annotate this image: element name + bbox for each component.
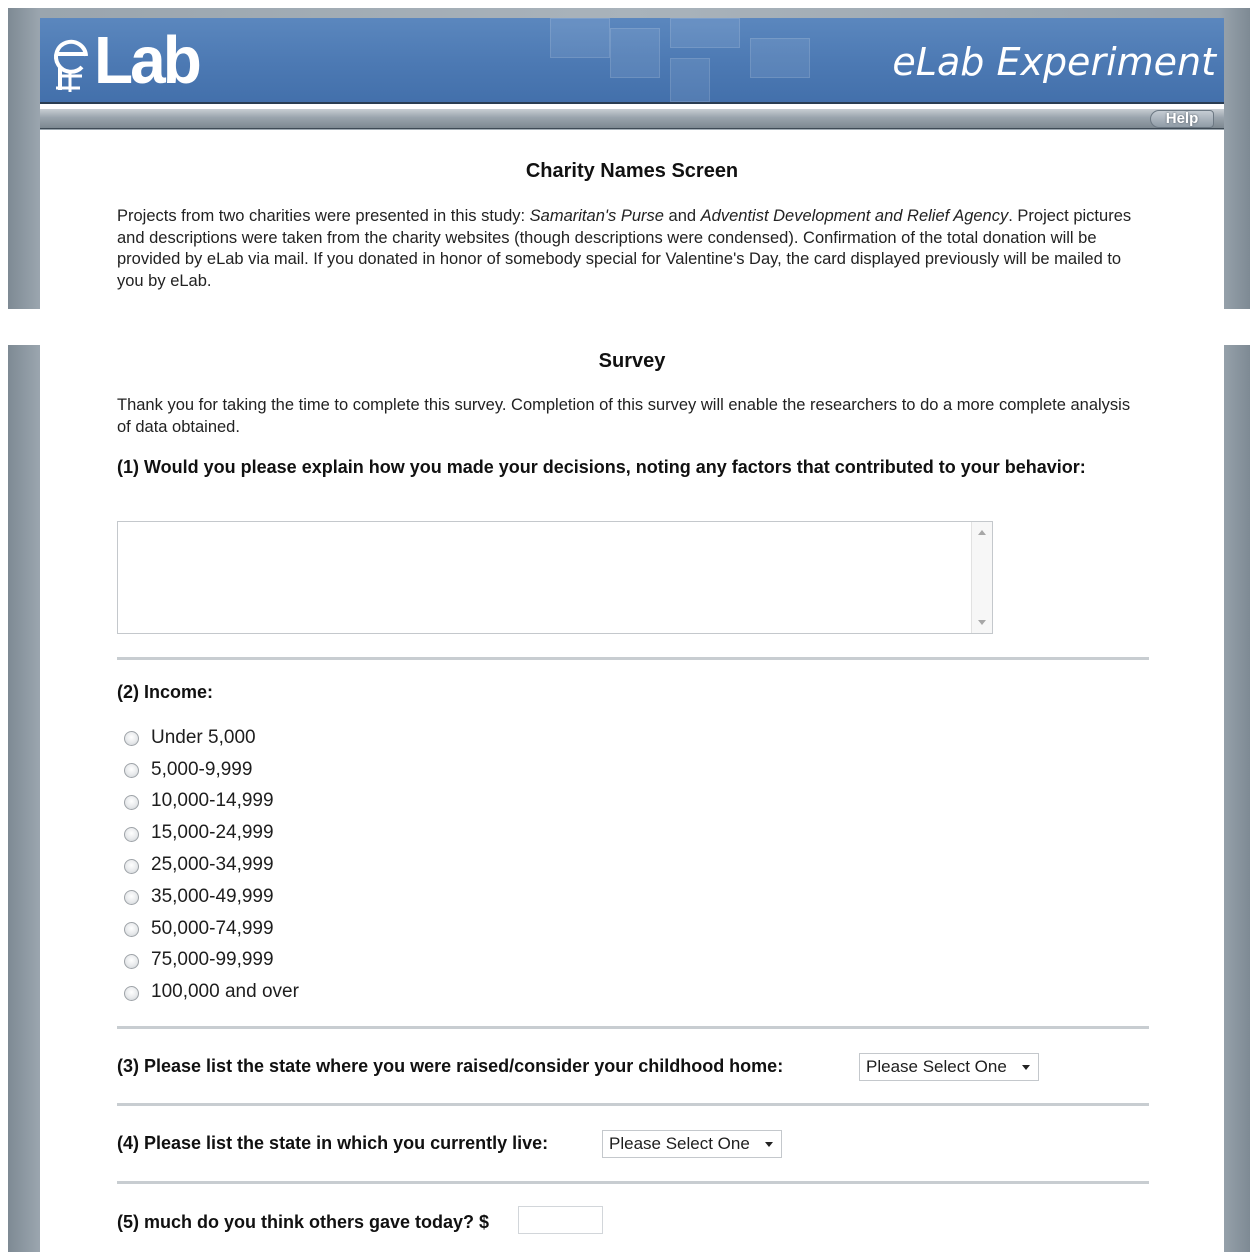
question-5-label: (5) much do you think others gave today?…	[117, 1212, 490, 1232]
radio-button[interactable]	[124, 953, 139, 969]
others-gave-amount-input[interactable]	[518, 1206, 603, 1234]
header-banner: Lab eLab Experiment	[40, 18, 1224, 102]
income-option-label: 50,000-74,999	[151, 917, 274, 939]
toolbar: Help	[40, 109, 1224, 129]
radio-button[interactable]	[124, 922, 139, 938]
elab-logo: Lab	[52, 22, 202, 98]
current-state-select[interactable]: Please Select One	[602, 1130, 782, 1158]
income-option[interactable]: 10,000-14,999	[124, 786, 299, 818]
income-option[interactable]: 35,000-49,999	[124, 881, 299, 913]
elab-e-icon	[52, 30, 92, 92]
chevron-down-icon	[1022, 1065, 1030, 1070]
experiment-title: eLab Experiment	[892, 40, 1216, 84]
radio-button[interactable]	[124, 985, 139, 1001]
radio-button[interactable]	[124, 826, 139, 842]
income-option[interactable]: 75,000-99,999	[124, 945, 299, 977]
radio-button[interactable]	[124, 731, 139, 747]
survey-intro: Thank you for taking the time to complet…	[117, 396, 1131, 436]
divider	[117, 657, 1149, 660]
income-option-label: 10,000-14,999	[151, 790, 274, 812]
charity-name-2: Adventist Development and Relief Agency	[700, 207, 1009, 225]
income-option[interactable]: 5,000-9,999	[124, 754, 299, 786]
banner-decoration	[550, 18, 830, 102]
radio-button[interactable]	[124, 763, 139, 779]
charity-name-1: Samaritan's Purse	[529, 207, 664, 225]
childhood-state-select[interactable]: Please Select One	[859, 1053, 1039, 1081]
charity-panel: Charity Names Screen Projects from two c…	[40, 130, 1224, 309]
divider	[117, 1026, 1149, 1029]
income-option[interactable]: 15,000-24,999	[124, 817, 299, 849]
question-2-label: (2) Income:	[117, 682, 214, 702]
radio-button[interactable]	[124, 794, 139, 810]
question-4-label: (4) Please list the state in which you c…	[117, 1133, 549, 1153]
decision-explanation-textarea[interactable]	[117, 521, 993, 634]
radio-button[interactable]	[124, 890, 139, 906]
income-option[interactable]: 100,000 and over	[124, 976, 299, 1008]
divider	[117, 1181, 1149, 1184]
radio-button[interactable]	[124, 858, 139, 874]
charity-window: Lab eLab Experiment Help Charity Names S…	[8, 8, 1250, 309]
help-button[interactable]: Help	[1150, 110, 1214, 128]
paragraph-text: and	[663, 207, 701, 225]
question-3-label: (3) Please list the state where you were…	[117, 1056, 784, 1076]
charity-paragraph: Projects from two charities were present…	[117, 206, 1147, 292]
scroll-up-icon[interactable]	[978, 530, 986, 535]
textarea-scrollbar[interactable]	[971, 522, 992, 633]
logo-text: Lab	[94, 22, 202, 98]
survey-heading: Survey	[598, 350, 666, 372]
charity-heading: Charity Names Screen	[525, 160, 739, 182]
income-option[interactable]: 25,000-34,999	[124, 849, 299, 881]
income-option[interactable]: Under 5,000	[124, 722, 299, 754]
select-value: Please Select One	[609, 1134, 750, 1153]
divider	[117, 1103, 1149, 1106]
income-option-label: 15,000-24,999	[151, 822, 274, 844]
income-option-label: 25,000-34,999	[151, 854, 274, 876]
paragraph-text: Projects from two charities were present…	[117, 207, 530, 225]
income-option-label: 5,000-9,999	[151, 758, 253, 780]
survey-window: Survey Thank you for taking the time to …	[8, 345, 1250, 1252]
income-option-label: 75,000-99,999	[151, 949, 274, 971]
question-1-label: (1) Would you please explain how you mad…	[117, 457, 1086, 477]
survey-panel: Survey Thank you for taking the time to …	[40, 345, 1224, 1252]
scroll-down-icon[interactable]	[978, 620, 986, 625]
income-option[interactable]: 50,000-74,999	[124, 913, 299, 945]
chevron-down-icon	[765, 1142, 773, 1147]
income-option-label: 100,000 and over	[151, 981, 299, 1003]
income-radio-group: Under 5,000 5,000-9,999 10,000-14,999 15,00…	[124, 722, 299, 1008]
income-option-label: Under 5,000	[151, 726, 256, 748]
income-option-label: 35,000-49,999	[151, 885, 274, 907]
select-value: Please Select One	[866, 1057, 1007, 1076]
